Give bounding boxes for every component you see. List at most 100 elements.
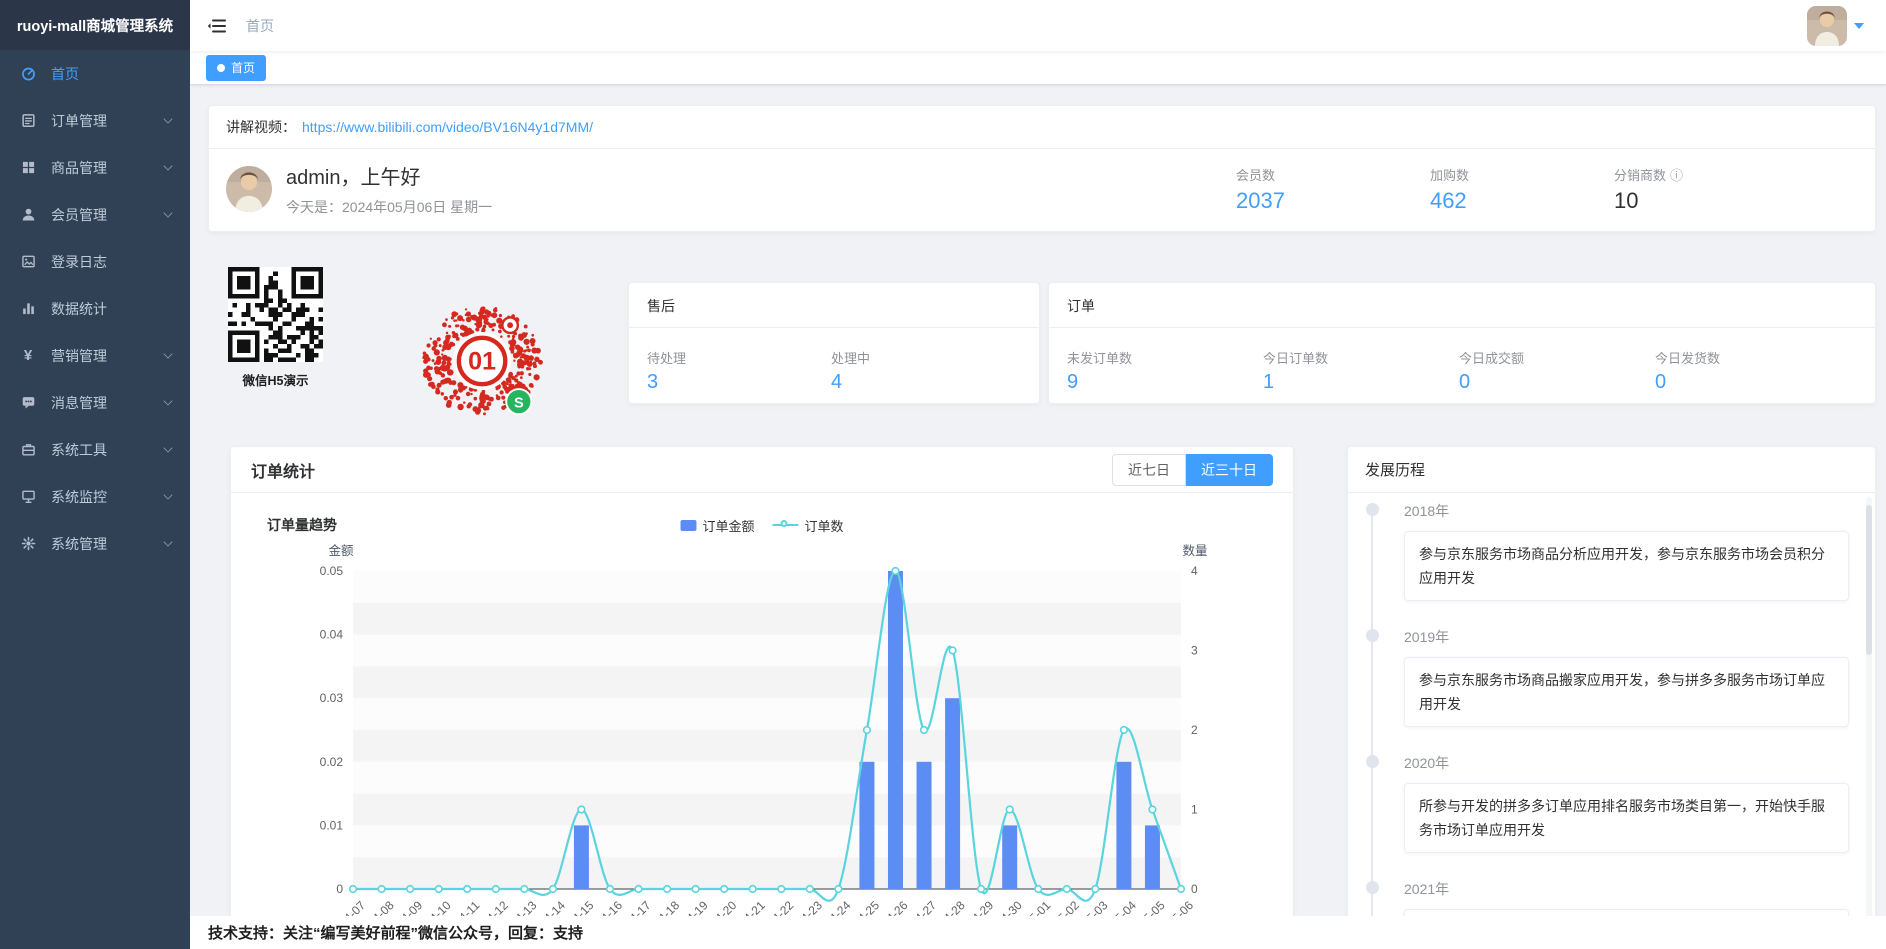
- bar: [1116, 762, 1131, 889]
- line-marker: [1149, 806, 1156, 813]
- hamburger-icon[interactable]: [206, 15, 228, 37]
- sidebar-item-label: 订单管理: [51, 111, 107, 131]
- chevron-down-icon: [163, 537, 172, 546]
- admin-avatar: [226, 166, 272, 212]
- breadcrumb[interactable]: 首页: [246, 16, 274, 36]
- line-marker: [664, 886, 671, 893]
- stat-value: 462: [1430, 188, 1469, 214]
- line-marker: [1064, 886, 1071, 893]
- sidebar-item-label: 会员管理: [51, 205, 107, 225]
- video-label: 讲解视频：: [226, 117, 296, 137]
- range-button-近七日[interactable]: 近七日: [1112, 454, 1186, 486]
- stat-label: 未发订单数: [1067, 348, 1263, 367]
- stat-label: 今日订单数: [1263, 348, 1459, 367]
- video-link[interactable]: https://www.bilibili.com/video/BV16N4y1d…: [302, 119, 593, 135]
- chevron-down-icon: [163, 208, 172, 217]
- svg-text:0.01: 0.01: [320, 818, 344, 832]
- goods-icon: [20, 160, 36, 176]
- svg-text:3: 3: [1191, 644, 1198, 658]
- svg-text:0.05: 0.05: [320, 564, 344, 578]
- tag-home[interactable]: 首页: [206, 55, 266, 81]
- message-icon: [20, 395, 36, 411]
- app-title: ruoyi-mall商城管理系统: [0, 0, 190, 50]
- chart-and-timeline-row: 订单统计 近七日近三十日 订单量趋势 订单金额订单数 金额数量0.050.040…: [230, 446, 1876, 930]
- order-stats-card: 订单统计 近七日近三十日 订单量趋势 订单金额订单数 金额数量0.050.040…: [230, 446, 1294, 930]
- timeline-dot: [1366, 503, 1379, 516]
- range-button-近三十日[interactable]: 近三十日: [1186, 454, 1273, 486]
- order-stats: 未发订单数9今日订单数1今日成交额0今日发货数0: [1049, 328, 1875, 394]
- sidebar-item-label: 系统监控: [51, 487, 107, 507]
- chevron-down-icon: [163, 349, 172, 358]
- sidebar-item-system-monitor[interactable]: 系统监控: [0, 473, 190, 520]
- order-trend-chart: 金额数量0.050.040.030.020.0104321004-0704-08…: [231, 535, 1294, 925]
- timeline-text: 参与京东服务市场商品搬家应用开发，参与拼多多服务市场订单应用开发: [1404, 657, 1849, 727]
- stat-value: 9: [1067, 371, 1263, 394]
- line-marker: [835, 886, 842, 893]
- timeline-item-2018年: 2018年参与京东服务市场商品分析应用开发，参与京东服务市场会员积分应用开发: [1366, 501, 1849, 601]
- stat-value: 4: [831, 371, 1015, 394]
- line-marker: [578, 806, 585, 813]
- stat-label: 今日成交额: [1459, 348, 1655, 367]
- timeline-year: 2020年: [1404, 753, 1849, 773]
- timeline-dot: [1366, 881, 1379, 894]
- stat-label: 今日发货数: [1655, 348, 1851, 367]
- stat-今日订单数: 今日订单数 1: [1263, 348, 1459, 394]
- scrollbar-thumb[interactable]: [1866, 505, 1872, 655]
- member-icon: [20, 207, 36, 223]
- svg-text:0: 0: [1191, 882, 1198, 896]
- sidebar-item-system-tools[interactable]: 系统工具: [0, 426, 190, 473]
- bar: [574, 825, 589, 889]
- order-title: 订单: [1049, 283, 1875, 328]
- sidebar-item-order-mgmt[interactable]: 订单管理: [0, 97, 190, 144]
- welcome-row: admin，上午好 今天是：2024年05月06日 星期一 会员数2037加购数…: [209, 149, 1875, 231]
- sidebar: ruoyi-mall商城管理系统 首页订单管理商品管理会员管理登录日志数据统计¥…: [0, 0, 190, 949]
- chevron-down-icon: [1854, 23, 1864, 29]
- sidebar-item-member-mgmt[interactable]: 会员管理: [0, 191, 190, 238]
- sidebar-item-login-log[interactable]: 登录日志: [0, 238, 190, 285]
- bar-chart-icon: [20, 301, 36, 317]
- line-marker: [1006, 806, 1013, 813]
- chart-subhead: 订单量趋势 订单金额订单数: [267, 515, 1257, 535]
- order-icon: [20, 113, 36, 129]
- legend-item-line[interactable]: 订单数: [773, 516, 844, 535]
- tag-dot-icon: [217, 64, 225, 72]
- sidebar-item-message-mgmt[interactable]: 消息管理: [0, 379, 190, 426]
- stat-value: 1: [1263, 371, 1459, 394]
- legend-bar-swatch-icon: [680, 520, 696, 531]
- stat-今日成交额: 今日成交额0: [1459, 348, 1655, 394]
- welcome-stats: 会员数2037加购数462分销商数 ⓘ10: [1236, 165, 1858, 214]
- line-marker: [949, 647, 956, 654]
- stat-处理中: 处理中4: [831, 348, 1015, 394]
- qr-code-round-image: 01S: [421, 302, 547, 420]
- info-icon[interactable]: ⓘ: [1670, 165, 1683, 184]
- stat-label: 加购数: [1430, 165, 1469, 184]
- sidebar-item-system-mgmt[interactable]: 系统管理: [0, 520, 190, 567]
- sidebar-item-home[interactable]: 首页: [0, 50, 190, 97]
- sidebar-item-label: 商品管理: [51, 158, 107, 178]
- qr-area: 微信H5演示 01S: [208, 282, 628, 404]
- timeline: 2018年参与京东服务市场商品分析应用开发，参与京东服务市场会员积分应用开发 20…: [1348, 493, 1875, 930]
- sidebar-item-marketing-mgmt[interactable]: ¥营销管理: [0, 332, 190, 379]
- line-marker: [807, 886, 814, 893]
- user-menu[interactable]: [1807, 6, 1872, 46]
- footer-text: 技术支持：关注“编写美好前程”微信公众号，回复：支持: [208, 922, 583, 943]
- line-marker: [350, 886, 357, 893]
- sidebar-item-goods-mgmt[interactable]: 商品管理: [0, 144, 190, 191]
- timeline-dot: [1366, 629, 1379, 642]
- line-marker: [978, 886, 985, 893]
- chart-subtitle: 订单量趋势: [267, 515, 337, 535]
- qr-caption: 微信H5演示: [228, 370, 323, 389]
- sidebar-menu: 首页订单管理商品管理会员管理登录日志数据统计¥营销管理消息管理系统工具系统监控系…: [0, 50, 190, 567]
- timeline-item-2020年: 2020年所参与开发的拼多多订单应用排名服务市场类目第一，开始快手服务市场订单应…: [1366, 753, 1849, 853]
- timeline-text: 所参与开发的拼多多订单应用排名服务市场类目第一，开始快手服务市场订单应用开发: [1404, 783, 1849, 853]
- sidebar-item-label: 系统管理: [51, 534, 107, 554]
- timeline-text: 参与京东服务市场商品分析应用开发，参与京东服务市场会员积分应用开发: [1404, 531, 1849, 601]
- bar: [888, 571, 903, 889]
- yen-icon: ¥: [20, 348, 36, 364]
- legend-item-bar[interactable]: 订单金额: [680, 516, 754, 535]
- avatar[interactable]: [1807, 6, 1847, 46]
- order-card: 订单 未发订单数9今日订单数1今日成交额0今日发货数0: [1048, 282, 1876, 404]
- line-marker: [1035, 886, 1042, 893]
- sidebar-item-data-stats[interactable]: 数据统计: [0, 285, 190, 332]
- chevron-down-icon: [163, 396, 172, 405]
